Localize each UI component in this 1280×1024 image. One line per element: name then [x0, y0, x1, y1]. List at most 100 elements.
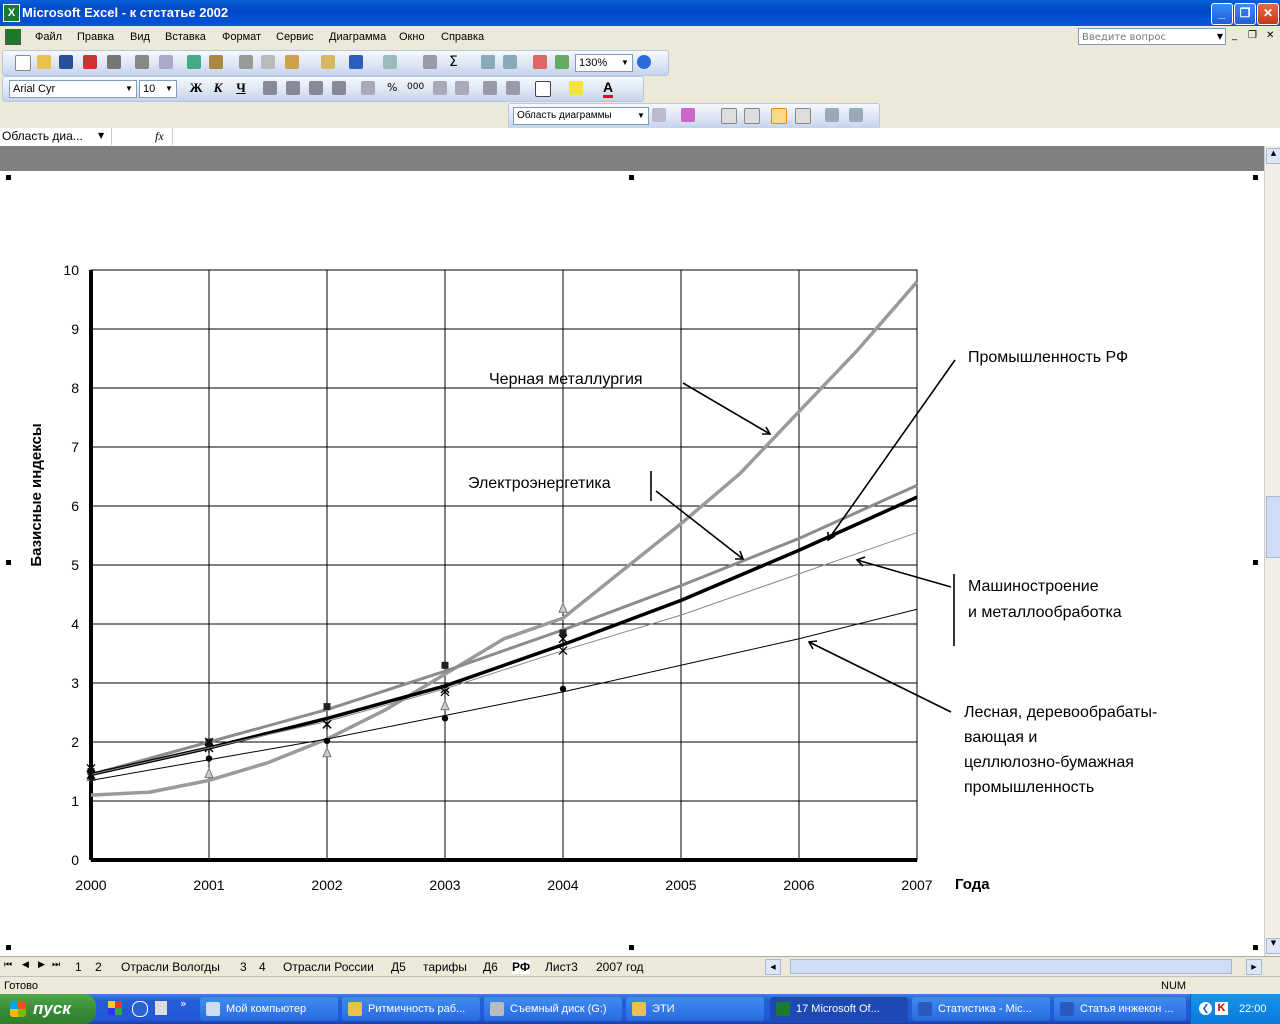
paste-icon[interactable] — [285, 55, 299, 69]
zoom-select[interactable]: 130% ▼ — [575, 54, 633, 72]
print-icon[interactable] — [135, 55, 149, 69]
task-rhythm[interactable]: Ритмичность раб... — [342, 997, 480, 1021]
copy-icon[interactable] — [261, 55, 275, 69]
ask-dropdown-icon[interactable]: ▼ — [1214, 29, 1226, 45]
print-preview-icon[interactable] — [159, 55, 173, 69]
ask-question-input[interactable]: Введите вопрос — [1078, 28, 1226, 45]
task-statistics[interactable]: Статистика - Mic... — [912, 997, 1050, 1021]
sort-desc-icon[interactable] — [503, 55, 517, 69]
bold-button[interactable]: Ж — [187, 80, 205, 96]
fx-icon[interactable]: fx — [155, 129, 164, 144]
drawing-icon[interactable] — [555, 55, 569, 69]
chart-area[interactable]: 0 1 2 3 4 5 6 7 8 9 10 2000 2001 2002 2003 2004 2005 2006… — [0, 146, 1264, 956]
undo-icon[interactable] — [349, 55, 363, 69]
thousands-icon[interactable]: 000 — [407, 82, 424, 92]
underline-button[interactable]: Ч — [232, 80, 250, 96]
excel-icon[interactable]: X — [3, 4, 20, 22]
increase-indent-icon[interactable] — [506, 81, 520, 95]
task-eti[interactable]: ЭТИ — [626, 997, 764, 1021]
font-color-icon[interactable]: A — [603, 79, 614, 98]
menu-insert[interactable]: Вставка — [165, 31, 206, 43]
restore-button[interactable]: ❐ — [1234, 3, 1256, 25]
autosum-icon[interactable]: Σ — [449, 54, 458, 70]
legend-icon[interactable] — [721, 108, 737, 124]
sheet-tab-list3[interactable]: Лист3 — [545, 960, 578, 974]
start-button[interactable]: пуск — [0, 994, 96, 1024]
sheet-tab-3[interactable]: 3 — [240, 960, 247, 974]
quicklaunch-media-icon[interactable] — [132, 1001, 148, 1017]
borders-icon[interactable] — [535, 81, 551, 97]
fill-color-icon[interactable] — [569, 81, 583, 95]
increase-decimal-icon[interactable] — [433, 81, 447, 95]
name-box[interactable]: Область диа... — [0, 128, 112, 145]
menu-chart[interactable]: Диаграмма — [329, 31, 386, 43]
align-center-icon[interactable] — [286, 81, 300, 95]
plot-area[interactable]: 0 1 2 3 4 5 6 7 8 9 10 2000 2001 2002 2003 2004 2005 2006… — [63, 262, 932, 893]
task-removable-disk[interactable]: Съемный диск (G:) — [484, 997, 622, 1021]
antivirus-icon[interactable]: K — [1215, 1002, 1228, 1015]
percent-icon[interactable]: % — [387, 81, 397, 94]
align-left-icon[interactable] — [263, 81, 277, 95]
hyperlink-icon[interactable] — [423, 55, 437, 69]
quicklaunch-more-icon[interactable]: » — [180, 997, 187, 1010]
workbook-icon[interactable] — [5, 29, 21, 45]
quicklaunch-app-icon[interactable] — [108, 1001, 122, 1015]
menu-file[interactable]: Файл — [35, 31, 62, 43]
font-size-select[interactable]: 10 ▼ — [139, 80, 177, 98]
doc-restore-button[interactable]: ❐ — [1248, 30, 1257, 41]
currency-icon[interactable] — [361, 81, 375, 95]
doc-minimize-button[interactable]: _ — [1232, 30, 1237, 41]
chart-type-icon[interactable] — [681, 108, 695, 122]
formula-input[interactable] — [172, 128, 1280, 145]
hscroll-right-icon[interactable]: ▶ — [1246, 959, 1262, 975]
new-icon[interactable] — [15, 55, 31, 71]
tray-arrow-icon[interactable]: ❮ — [1199, 1002, 1212, 1015]
sheet-tab-4[interactable]: 4 — [259, 960, 266, 974]
minimize-button[interactable]: _ — [1211, 3, 1233, 25]
format-chart-area-icon[interactable] — [652, 108, 666, 122]
angle-text-up-icon[interactable] — [849, 108, 863, 122]
last-sheet-icon[interactable]: ⏭ — [52, 960, 60, 970]
by-row-icon[interactable] — [771, 108, 787, 124]
save-icon[interactable] — [59, 55, 73, 69]
task-excel-group[interactable]: 17 Microsoft Of... — [770, 997, 908, 1021]
hscroll-left-icon[interactable]: ◀ — [765, 959, 781, 975]
research-icon[interactable] — [209, 55, 223, 69]
sheet-tab-2007[interactable]: 2007 год — [596, 960, 644, 974]
scroll-down-icon[interactable]: ▼ — [1266, 938, 1280, 954]
sheet-tab-rf[interactable]: РФ — [512, 960, 531, 974]
permission-icon[interactable] — [83, 55, 97, 69]
menu-tools[interactable]: Сервис — [276, 31, 314, 43]
menu-window[interactable]: Окно — [399, 31, 425, 43]
chevron-down-icon[interactable]: ▼ — [98, 131, 104, 140]
merge-center-icon[interactable] — [332, 81, 346, 95]
close-button[interactable]: ✕ — [1257, 3, 1279, 25]
chart-objects-select[interactable]: Область диаграммы ▼ — [513, 107, 649, 125]
align-right-icon[interactable] — [309, 81, 323, 95]
sheet-tab-d5[interactable]: Д5 — [391, 960, 406, 974]
decrease-decimal-icon[interactable] — [455, 81, 469, 95]
first-sheet-icon[interactable]: ⏮ — [4, 960, 12, 970]
hscroll-thumb[interactable] — [790, 959, 1232, 974]
vertical-scrollbar[interactable]: ▲ ▼ — [1264, 146, 1280, 956]
sheet-tab-russia[interactable]: Отрасли России — [283, 960, 374, 974]
format-painter-icon[interactable] — [321, 55, 335, 69]
scroll-up-icon[interactable]: ▲ — [1266, 148, 1280, 164]
help-icon[interactable] — [637, 55, 651, 69]
sheet-tab-2[interactable]: 2 — [95, 960, 102, 974]
task-article[interactable]: Статья инжекон ... — [1054, 997, 1186, 1021]
menu-view[interactable]: Вид — [130, 31, 150, 43]
menu-help[interactable]: Справка — [441, 31, 484, 43]
next-sheet-icon[interactable]: ▶ — [38, 960, 45, 970]
task-my-computer[interactable]: Мой компьютер — [200, 997, 338, 1021]
redo-icon[interactable] — [383, 55, 397, 69]
email-icon[interactable] — [107, 55, 121, 69]
data-table-icon[interactable] — [744, 108, 760, 124]
italic-button[interactable]: К — [209, 80, 227, 96]
chart-wizard-icon[interactable] — [533, 55, 547, 69]
sheet-tab-d6[interactable]: Д6 — [483, 960, 498, 974]
doc-close-button[interactable]: ✕ — [1266, 30, 1274, 41]
sheet-tab-vologda[interactable]: Отрасли Вологды — [121, 960, 220, 974]
quicklaunch-doc-icon[interactable] — [155, 1001, 167, 1015]
decrease-indent-icon[interactable] — [483, 81, 497, 95]
